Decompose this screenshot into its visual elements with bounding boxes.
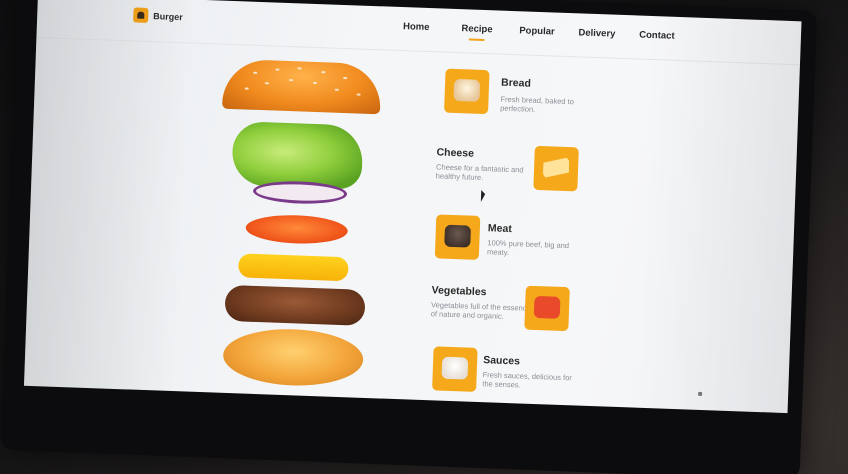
bread-icon: [453, 78, 481, 102]
main-nav: Home Recipe Popular Delivery Contact: [403, 21, 687, 42]
ingredient-desc: Fresh bread, baked to perfection.: [500, 94, 575, 115]
cheese-layer: [237, 253, 349, 282]
nav-popular[interactable]: Popular: [507, 25, 567, 38]
ingredient-title: Bread: [500, 76, 532, 90]
ingredient-desc: 100% pure beef, big and meaty.: [486, 238, 570, 258]
logo-text: Burger: [153, 10, 183, 22]
ingredient-meat[interactable]: Meat 100% pure beef, big and meaty.: [434, 214, 637, 271]
nav-delivery[interactable]: Delivery: [567, 27, 627, 40]
tomato-icon: [533, 295, 561, 319]
sauces-thumbnail: [432, 346, 478, 392]
ingredient-title: Meat: [487, 222, 513, 236]
ingredient-sauces[interactable]: Sauces Fresh sauces, delicious for the s…: [432, 346, 634, 403]
lettuce-layer: [231, 121, 364, 190]
nav-recipe[interactable]: Recipe: [447, 23, 507, 36]
ingredient-title: Cheese: [436, 146, 475, 160]
ingredient-desc: Cheese for a fantastic and healthy futur…: [435, 162, 524, 183]
scroll-indicator[interactable]: [698, 391, 703, 397]
top-bun: [222, 58, 382, 115]
site-logo[interactable]: Burger: [133, 7, 183, 24]
nav-home[interactable]: Home: [403, 21, 447, 34]
bread-thumbnail: [444, 68, 490, 115]
meat-icon: [444, 224, 471, 248]
laptop-screen: Burger Home Recipe Popular Delivery Cont…: [23, 0, 802, 414]
ingredient-vegetables[interactable]: Vegetables Vegetables full of the essenc…: [430, 280, 632, 337]
bottom-bun: [222, 326, 365, 388]
ingredient-cheese[interactable]: Cheese Cheese for a fantastic and health…: [435, 142, 637, 199]
nav-contact[interactable]: Contact: [627, 29, 687, 42]
ingredient-bread[interactable]: Bread Fresh bread, baked to perfection.: [444, 68, 646, 126]
vegetables-thumbnail: [524, 285, 570, 332]
cheese-thumbnail: [533, 145, 579, 192]
ingredient-title: Vegetables: [431, 284, 487, 299]
cheese-icon: [543, 156, 570, 179]
ingredient-desc: Fresh sauces, delicious for the senses.: [482, 370, 572, 390]
tomato-layer: [245, 213, 349, 246]
screen-glare: [23, 0, 802, 414]
exploded-burger-image: [212, 58, 384, 395]
ingredient-title: Sauces: [482, 354, 521, 368]
mouse-cursor: [480, 189, 486, 203]
ingredient-desc: Vegetables full of the essence of nature…: [430, 300, 531, 322]
meat-thumbnail: [434, 214, 481, 260]
burger-logo-icon: [133, 7, 149, 23]
patty-layer: [224, 284, 366, 326]
sauce-icon: [441, 356, 469, 380]
